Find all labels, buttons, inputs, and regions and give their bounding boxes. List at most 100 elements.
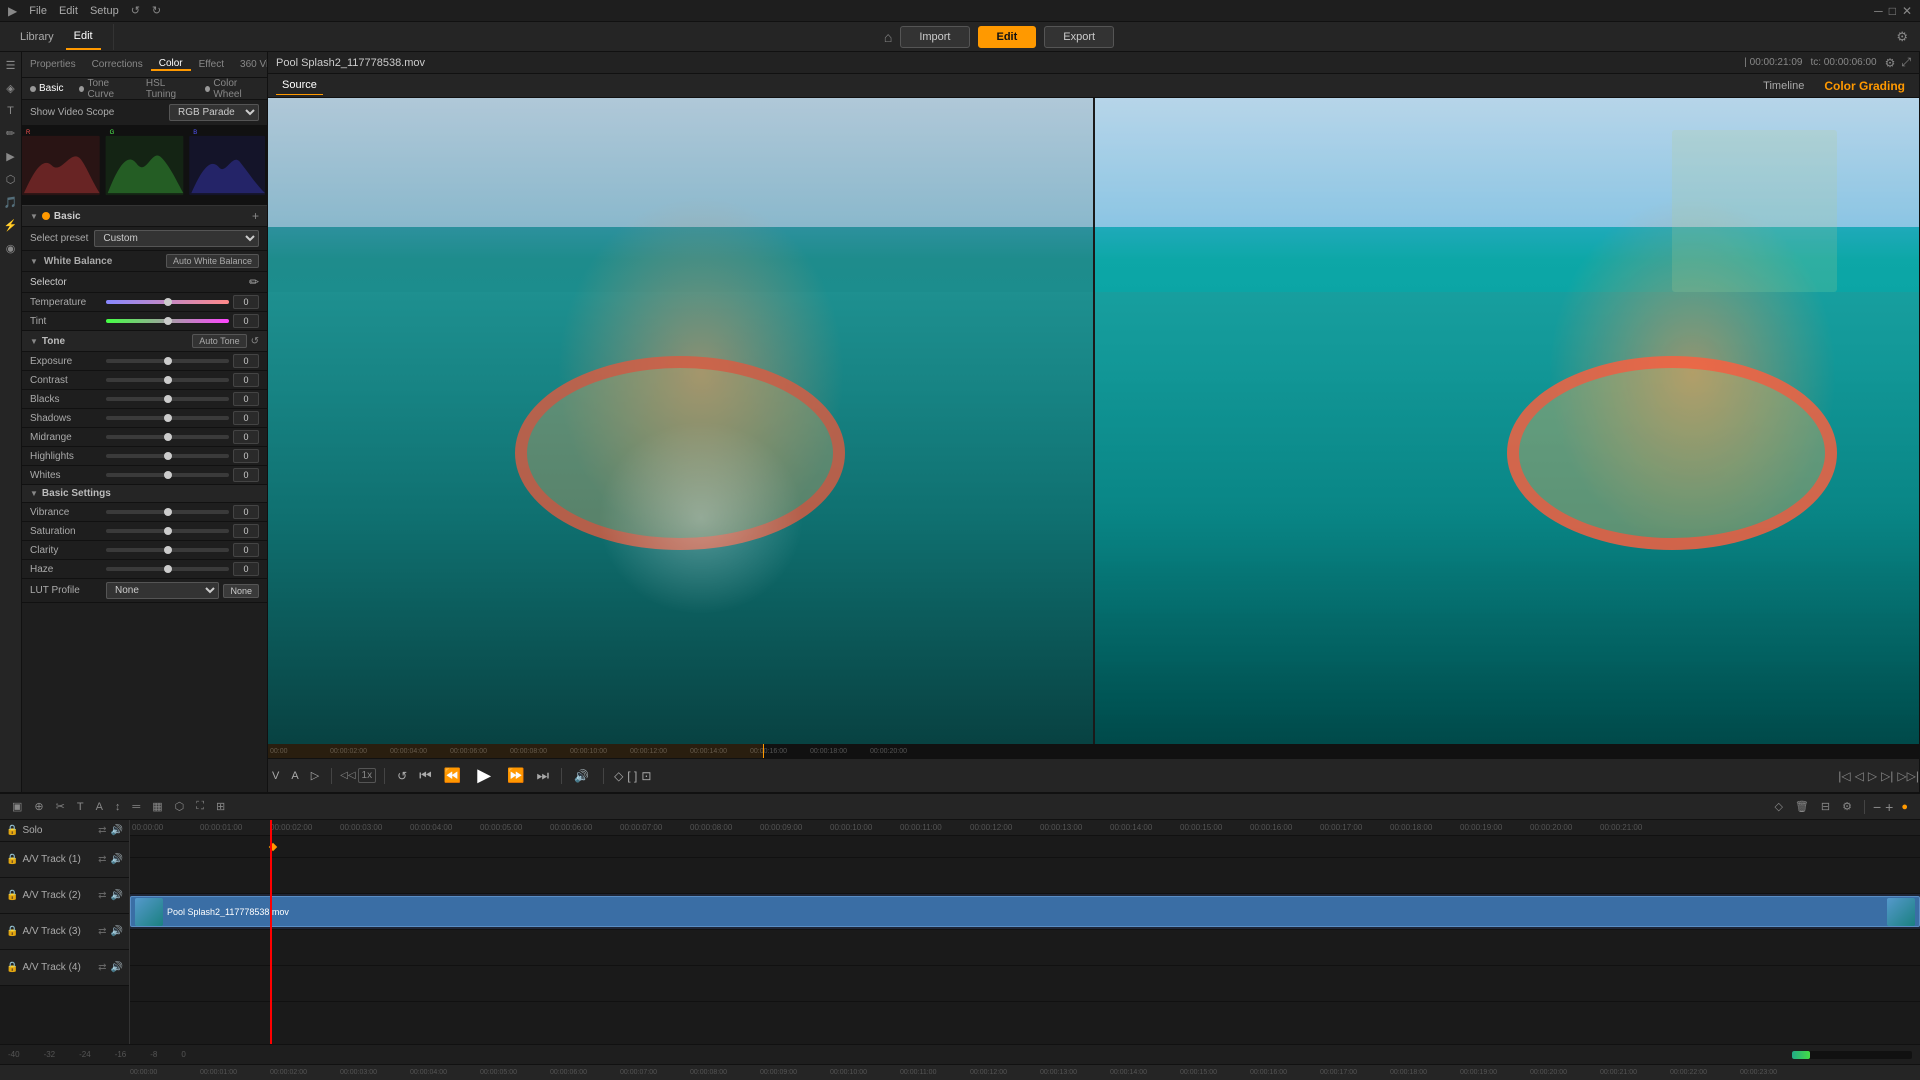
transport-mode-a[interactable]: A — [287, 768, 302, 784]
win-maximize[interactable]: □ — [1889, 4, 1896, 18]
export-button[interactable]: Export — [1044, 26, 1114, 48]
tl-settings-btn[interactable]: ⚙ — [1838, 798, 1856, 815]
tab-timeline-right[interactable]: Timeline — [1757, 77, 1810, 95]
transport-volume[interactable]: 🔊 — [570, 767, 593, 785]
track4-link-icon[interactable]: ⇄ — [98, 962, 106, 973]
auto-wb-button[interactable]: Auto White Balance — [166, 254, 259, 268]
blacks-value[interactable] — [233, 392, 259, 406]
settings-icon[interactable]: ⚙ — [1896, 29, 1908, 45]
exposure-slider-track[interactable] — [106, 359, 229, 363]
viewer-skip-end2[interactable]: ▷▷| — [1897, 769, 1919, 783]
preset-dropdown[interactable]: Custom None — [94, 230, 259, 247]
win-close[interactable]: ✕ — [1902, 4, 1912, 18]
track3-link-icon[interactable]: ⇄ — [98, 926, 106, 937]
saturation-slider-track[interactable] — [106, 529, 229, 533]
subtab-basic[interactable]: Basic — [22, 83, 71, 94]
tl-tool-10[interactable]: ⊞ — [212, 798, 229, 815]
subtab-tonecurve[interactable]: Tone Curve — [71, 78, 137, 100]
whites-slider-track[interactable] — [106, 473, 229, 477]
viewer-fwd[interactable]: ▷ — [1868, 769, 1877, 783]
transport-skip-start[interactable]: ⏮ — [415, 765, 436, 786]
tl-tool-5[interactable]: ↕ — [111, 799, 125, 815]
tl-tool-6[interactable]: ═ — [128, 799, 144, 815]
toolbar-icon-2[interactable]: ↻ — [152, 4, 161, 17]
tint-slider-track[interactable] — [106, 319, 229, 323]
scope-dropdown[interactable]: RGB Parade Waveform Histogram — [169, 104, 259, 121]
tl-tool-select[interactable]: ▣ — [8, 798, 26, 815]
track1-audio-icon[interactable]: 🔊 — [111, 854, 123, 865]
tl-tool-3[interactable]: ✂ — [52, 798, 69, 815]
tl-split-btn[interactable]: ⊟ — [1817, 798, 1834, 815]
shadows-slider-track[interactable] — [106, 416, 229, 420]
highlights-value[interactable] — [233, 449, 259, 463]
pb-timeline[interactable]: 00:00 00:00:02:00 00:00:04:00 00:00:06:0… — [268, 744, 1919, 758]
viewer-skip-fwd[interactable]: ▷| — [1881, 769, 1893, 783]
contrast-value[interactable] — [233, 373, 259, 387]
edit-button[interactable]: Edit — [978, 26, 1037, 48]
nav-home-icon[interactable]: ⌂ — [884, 29, 892, 45]
tl-overflow[interactable]: ● — [1897, 799, 1912, 815]
track2-audio-icon[interactable]: 🔊 — [111, 890, 123, 901]
nav-tab-library[interactable]: Library — [12, 25, 62, 49]
sidebar-icon-7[interactable]: 🎵 — [1, 193, 21, 212]
temperature-slider-track[interactable] — [106, 300, 229, 304]
subtab-colorwheel[interactable]: Color Wheel — [197, 78, 267, 100]
viewer-icon-settings[interactable]: ⚙ — [1885, 56, 1896, 70]
tab-corrections[interactable]: Corrections — [84, 59, 151, 70]
tone-section-header[interactable]: ▼ Tone Auto Tone ↺ — [22, 331, 267, 352]
highlights-slider-track[interactable] — [106, 454, 229, 458]
transport-marker[interactable]: ◇ — [614, 769, 623, 783]
basic-expand[interactable]: + — [252, 209, 259, 223]
solo-link-icon[interactable]: ⇄ — [98, 825, 106, 836]
transport-inout[interactable]: [ ] — [627, 769, 637, 783]
win-minimize[interactable]: ─ — [1874, 4, 1883, 18]
tl-tool-2[interactable]: ⊕ — [30, 798, 47, 815]
solo-lock-icon[interactable]: 🔒 — [6, 825, 18, 836]
midrange-slider-track[interactable] — [106, 435, 229, 439]
haze-value[interactable] — [233, 562, 259, 576]
tone-reset-icon[interactable]: ↺ — [251, 336, 259, 347]
transport-skip-end[interactable]: ⏭ — [533, 765, 554, 786]
lut-add-button[interactable]: None — [223, 584, 259, 598]
tl-tool-4[interactable]: A — [92, 799, 107, 815]
selector-eyedropper-icon[interactable]: ✏ — [249, 275, 259, 289]
sidebar-icon-2[interactable]: ◈ — [3, 79, 17, 98]
track1-lock-icon[interactable]: 🔒 — [6, 854, 18, 865]
viewer-skip-back[interactable]: |◁ — [1838, 769, 1850, 783]
tab-360[interactable]: 360 Video — [232, 59, 267, 70]
toolbar-icon-1[interactable]: ↺ — [131, 4, 140, 17]
tab-properties[interactable]: Properties — [22, 59, 84, 70]
transport-play[interactable]: ▶ — [469, 763, 499, 788]
tl-zoom-in[interactable]: + — [1885, 799, 1893, 815]
track1-link-icon[interactable]: ⇄ — [98, 854, 106, 865]
track2-clip[interactable]: Pool Splash2_117778538.mov — [130, 896, 1920, 927]
vibrance-value[interactable] — [233, 505, 259, 519]
sidebar-icon-1[interactable]: ☰ — [3, 56, 19, 75]
tab-color[interactable]: Color — [151, 58, 191, 71]
track2-link-icon[interactable]: ⇄ — [98, 890, 106, 901]
nav-tab-edit[interactable]: Edit — [66, 24, 101, 50]
tl-tool-t[interactable]: T — [73, 799, 88, 815]
haze-slider-track[interactable] — [106, 567, 229, 571]
sidebar-icon-6[interactable]: ⬡ — [3, 170, 19, 189]
menu-setup[interactable]: Setup — [90, 5, 119, 17]
tl-tool-7[interactable]: ▦ — [148, 798, 166, 815]
lut-dropdown[interactable]: None — [106, 582, 219, 599]
sidebar-icon-9[interactable]: ◉ — [3, 239, 19, 258]
import-button[interactable]: Import — [900, 26, 969, 48]
menu-file[interactable]: File — [29, 5, 47, 17]
track3-audio-icon[interactable]: 🔊 — [111, 926, 123, 937]
tab-source[interactable]: Source — [276, 76, 323, 95]
sidebar-icon-5[interactable]: ▶ — [3, 147, 17, 166]
track2-content[interactable]: Pool Splash2_117778538.mov — [130, 894, 1920, 930]
track4-audio-icon[interactable]: 🔊 — [111, 962, 123, 973]
viewer-back[interactable]: ◁ — [1855, 769, 1864, 783]
sidebar-icon-3[interactable]: T — [4, 102, 17, 120]
shadows-value[interactable] — [233, 411, 259, 425]
tl-tool-9[interactable]: ⛶ — [192, 798, 208, 815]
track2-lock-icon[interactable]: 🔒 — [6, 890, 18, 901]
basic-section-header[interactable]: ▼ Basic + — [22, 206, 267, 227]
tl-tool-8[interactable]: ⬡ — [171, 798, 189, 815]
transport-extra[interactable]: ⊡ — [641, 769, 651, 783]
exposure-value[interactable] — [233, 354, 259, 368]
